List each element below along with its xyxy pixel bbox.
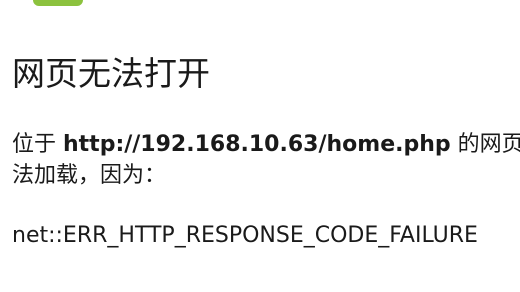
error-page: 网页无法打开 位于 http://192.168.10.63/home.php … [0,0,520,292]
error-description: 位于 http://192.168.10.63/home.php 的网页无 [12,129,520,161]
description-prefix: 位于 [12,132,63,157]
error-code: net::ERR_HTTP_RESPONSE_CODE_FAILURE [12,223,478,248]
failed-url: http://192.168.10.63/home.php [63,132,451,157]
description-suffix: 的网页无 [457,132,520,157]
page-title: 网页无法打开 [12,54,210,93]
error-description-line2: 法加载，因为： [12,163,167,188]
android-robot-icon [33,0,83,6]
